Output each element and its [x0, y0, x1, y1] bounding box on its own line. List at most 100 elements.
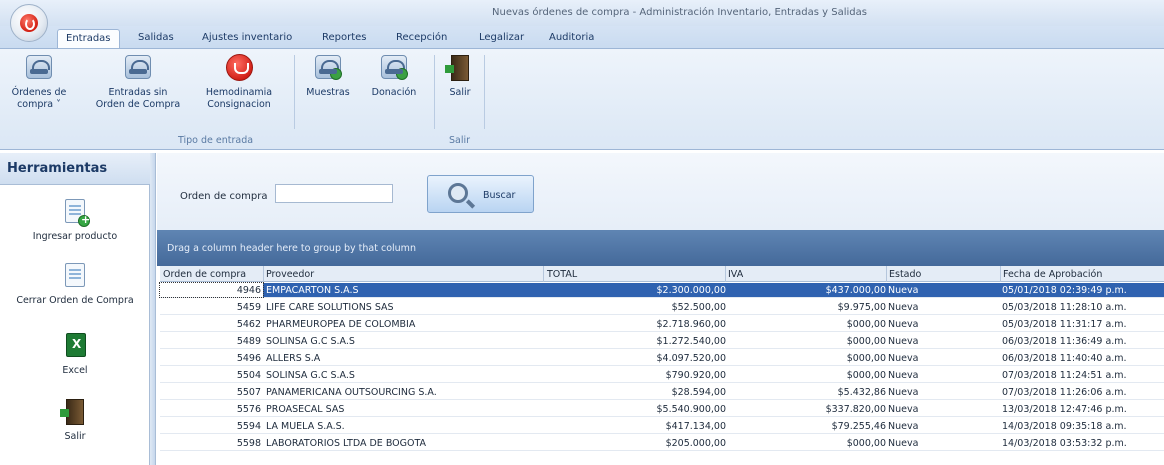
cell-estado: Nueva	[888, 370, 919, 381]
entradas-sin-oc-label-1: Entradas sin	[108, 87, 168, 98]
cell-iva: $000,00	[846, 353, 886, 364]
app-menu-button[interactable]	[10, 4, 48, 42]
window-title: Nuevas órdenes de compra - Administració…	[492, 7, 867, 18]
cell-fecha: 07/03/2018 11:24:51 a.m.	[1002, 370, 1127, 381]
table-row[interactable]: 5489 SOLINSA G.C S.A.S $1.272.540,00 $000,0…	[160, 334, 1164, 349]
group-by-panel[interactable]: Drag a column header here to group by th…	[157, 230, 1164, 266]
cell-proveedor: ALLERS S.A	[266, 353, 321, 364]
title-bar: Nuevas órdenes de compra - Administració…	[0, 0, 1164, 26]
cell-proveedor: EMPACARTON S.A.S	[266, 285, 359, 296]
cell-estado: Nueva	[888, 319, 919, 330]
ribbon-panel: Órdenes de compra ˅ Entradas sin Orden d…	[0, 48, 1164, 150]
salir-ribbon-label: Salir	[449, 87, 471, 98]
cell-fecha: 05/03/2018 11:31:17 a.m.	[1002, 319, 1127, 330]
tab-legalizar[interactable]: Legalizar	[479, 32, 524, 48]
cell-iva: $337.820,00	[825, 404, 886, 415]
cell-total: $2.300.000,00	[656, 285, 726, 296]
orden-compra-input[interactable]	[275, 184, 393, 203]
table-row[interactable]: 5507 PANAMERICANA OUTSOURCING S.A. $28.594…	[160, 385, 1164, 400]
cell-orden: 5489	[236, 336, 261, 347]
ordenes-compra-label-2: compra ˅	[17, 99, 61, 110]
column-header-orden[interactable]: Orden de compra	[163, 269, 246, 280]
table-row[interactable]: 5576 PROASECAL SAS $5.540.900,00 $337.820,0…	[160, 402, 1164, 417]
column-header-iva[interactable]: IVA	[728, 269, 743, 280]
table-row[interactable]: 5459 LIFE CARE SOLUTIONS SAS $52.500,00 $9.…	[160, 300, 1164, 315]
tab-entradas[interactable]: Entradas	[57, 29, 120, 49]
cell-iva: $000,00	[846, 336, 886, 347]
tab-recepcion[interactable]: Recepción	[396, 32, 447, 48]
cell-fecha: 14/03/2018 09:35:18 a.m.	[1002, 421, 1127, 432]
tab-salidas[interactable]: Salidas	[138, 32, 174, 48]
table-row[interactable]: 5504 SOLINSA G.C S.A.S $790.920,00 $000,00 N…	[160, 368, 1164, 383]
excel-label: Excel	[62, 365, 88, 376]
column-header-proveedor[interactable]: Proveedor	[266, 269, 314, 280]
donacion-button[interactable]: Donación	[364, 53, 424, 99]
table-row[interactable]: 5462 PHARMEUROPEA DE COLOMBIA $2.718.960,0…	[160, 317, 1164, 332]
table-row[interactable]: 5598 LABORATORIOS LTDA DE BOGOTA $205.000,…	[160, 436, 1164, 451]
ordenes-compra-label-1: Órdenes de	[11, 87, 67, 98]
app-logo-icon	[20, 14, 38, 32]
cell-fecha: 14/03/2018 03:53:32 p.m.	[1002, 438, 1127, 449]
hemodinamia-label-2: Consignacion	[207, 99, 271, 110]
column-separator	[725, 266, 726, 282]
group-by-hint: Drag a column header here to group by th…	[167, 243, 416, 254]
cell-orden: 5459	[236, 302, 261, 313]
excel-icon	[60, 331, 90, 361]
table-row[interactable]: 5594 LA MUELA S.A.S. $417.134,00 $79.255,46…	[160, 419, 1164, 434]
ribbon-tab-bar: Entradas Salidas Ajustes inventario Repo…	[0, 26, 1164, 49]
tab-reportes[interactable]: Reportes	[322, 32, 367, 48]
table-row[interactable]: 4946 EMPACARTON S.A.S $2.300.000,00 $437.00…	[159, 282, 1164, 298]
exit-door-icon	[445, 53, 475, 83]
herramientas-title: Herramientas	[7, 161, 108, 176]
excel-button[interactable]: Excel	[0, 331, 150, 376]
panel-splitter[interactable]	[150, 153, 156, 465]
salir-tool-button[interactable]: Salir	[0, 397, 150, 442]
entradas-sin-oc-button[interactable]: Entradas sin Orden de Compra	[92, 53, 184, 111]
cell-orden: 4946	[159, 282, 264, 298]
cell-orden: 5504	[236, 370, 261, 381]
muestras-button[interactable]: Muestras	[300, 53, 356, 99]
cerrar-orden-button[interactable]: Cerrar Orden de Compra	[0, 261, 150, 306]
cell-orden: 5507	[236, 387, 261, 398]
cell-proveedor: LABORATORIOS LTDA DE BOGOTA	[266, 438, 427, 449]
cell-total: $5.540.900,00	[656, 404, 726, 415]
column-header-total[interactable]: TOTAL	[547, 269, 577, 280]
buscar-button[interactable]: Buscar	[427, 175, 534, 213]
ribbon-separator	[484, 55, 485, 129]
cell-proveedor: PANAMERICANA OUTSOURCING S.A.	[266, 387, 437, 398]
cell-iva: $000,00	[846, 370, 886, 381]
column-header-fecha[interactable]: Fecha de Aprobación	[1003, 269, 1102, 280]
ordenes-compra-button[interactable]: Órdenes de compra ˅	[6, 53, 72, 111]
entradas-sin-oc-label-2: Orden de Compra	[95, 99, 181, 110]
hemodinamia-label-1: Hemodinamia	[205, 87, 273, 98]
cell-iva: $437.000,00	[825, 285, 886, 296]
entry-without-order-icon	[123, 53, 153, 83]
column-separator	[1000, 266, 1001, 282]
cell-estado: Nueva	[888, 387, 919, 398]
tab-ajustes-inventario[interactable]: Ajustes inventario	[202, 32, 292, 48]
table-row[interactable]: 5496 ALLERS S.A $4.097.520,00 $000,00 Nueva 0…	[160, 351, 1164, 366]
cell-iva: $79.255,46	[831, 421, 886, 432]
cell-total: $205.000,00	[665, 438, 726, 449]
hemodinamia-button[interactable]: Hemodinamia Consignacion	[194, 53, 284, 111]
cell-fecha: 05/03/2018 11:28:10 a.m.	[1002, 302, 1127, 313]
herramientas-header: Herramientas	[0, 153, 150, 185]
close-order-document-icon	[60, 261, 90, 291]
ribbon-separator	[434, 55, 435, 129]
column-header-estado[interactable]: Estado	[889, 269, 921, 280]
ingresar-producto-button[interactable]: Ingresar producto	[0, 197, 150, 242]
cell-orden: 5594	[236, 421, 261, 432]
salir-ribbon-button[interactable]: Salir	[440, 53, 480, 99]
cell-proveedor: SOLINSA G.C S.A.S	[266, 370, 355, 381]
cell-total: $790.920,00	[665, 370, 726, 381]
cell-proveedor: LIFE CARE SOLUTIONS SAS	[266, 302, 394, 313]
ribbon-separator	[294, 55, 295, 129]
tab-auditoria[interactable]: Auditoria	[549, 32, 594, 48]
cell-orden: 5462	[236, 319, 261, 330]
cerrar-orden-label: Cerrar Orden de Compra	[16, 295, 134, 306]
add-document-icon	[60, 197, 90, 227]
column-separator	[543, 266, 544, 282]
cell-proveedor: PROASECAL SAS	[266, 404, 345, 415]
cell-iva: $000,00	[846, 319, 886, 330]
cell-estado: Nueva	[888, 302, 919, 313]
